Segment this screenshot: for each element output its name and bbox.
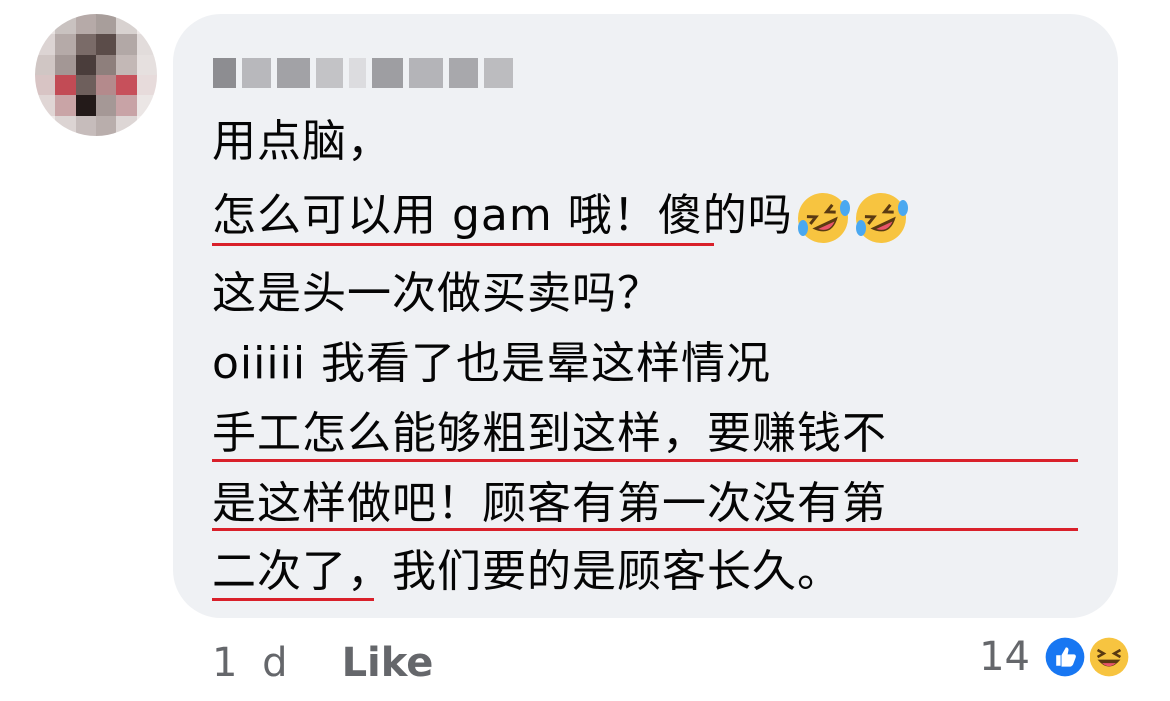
like-icon [1040, 632, 1090, 682]
reactions-summary[interactable]: 14 [979, 632, 1134, 682]
comment: 用点脑， 怎么可以用 gam 哦！傻的吗 这是头一次做买卖吗？ oiiiii 我… [0, 0, 1170, 701]
author-name-blur [213, 58, 237, 88]
comment-line-7: 二次了，我们要的是顾客长久。 [212, 546, 842, 597]
comment-footer: 1 d Like [212, 640, 433, 686]
comment-line-3: 这是头一次做买卖吗？ [212, 268, 662, 319]
comment-line-5: 手工怎么能够粗到这样，要赚钱不 [212, 408, 887, 459]
timestamp[interactable]: 1 d [212, 640, 294, 686]
comment-line-2-text: 怎么可以用 gam 哦！傻的吗 [212, 190, 793, 241]
highlight-underline [212, 459, 1078, 462]
avatar[interactable] [35, 14, 157, 136]
highlight-underline [212, 243, 714, 246]
comment-line-1: 用点脑， [212, 116, 392, 167]
rolling-on-floor-laughing-icon [855, 193, 908, 243]
highlight-underline [212, 528, 1078, 531]
comment-line-2: 怎么可以用 gam 哦！傻的吗 [212, 190, 909, 246]
reaction-count: 14 [979, 634, 1030, 680]
rolling-on-floor-laughing-icon [797, 193, 850, 243]
haha-icon [1084, 632, 1134, 682]
like-button[interactable]: Like [342, 640, 434, 686]
author-name[interactable] [213, 58, 514, 88]
comment-line-6: 是这样做吧！顾客有第一次没有第 [212, 478, 887, 529]
highlight-underline [212, 598, 374, 601]
comment-line-4: oiiiii 我看了也是晕这样情况 [212, 338, 772, 389]
